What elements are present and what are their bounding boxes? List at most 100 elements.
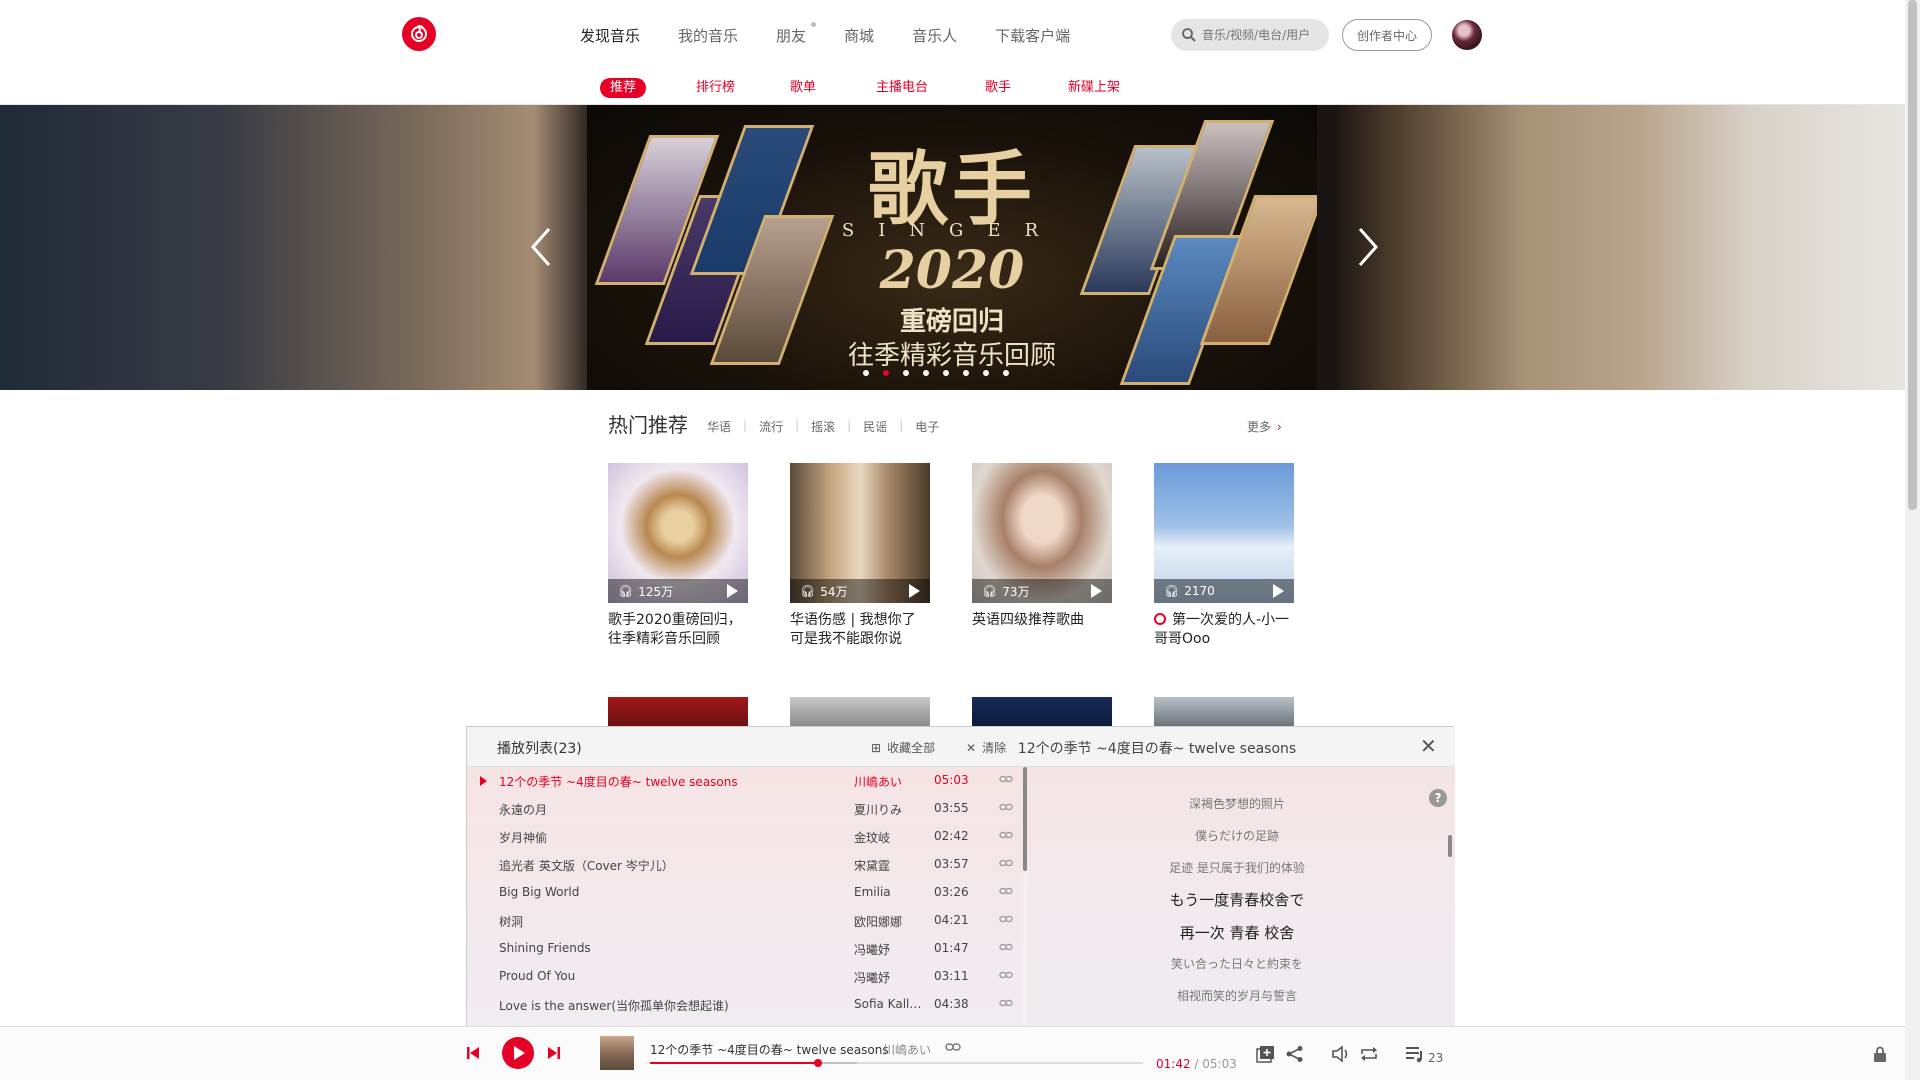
- playlist-cover-partial[interactable]: [608, 697, 748, 727]
- playlist-row[interactable]: Shining Friends 冯曦妤 01:47: [467, 935, 1023, 963]
- repeat-icon[interactable]: [1359, 1045, 1379, 1063]
- previous-track-icon[interactable]: [465, 1045, 481, 1061]
- lyrics-scrollbar[interactable]: [1448, 835, 1452, 857]
- link-icon[interactable]: [999, 970, 1013, 980]
- tag-chinese[interactable]: 华语: [707, 418, 731, 435]
- nav-discover-music[interactable]: 发现音乐: [580, 25, 640, 46]
- play-icon[interactable]: [1273, 584, 1284, 598]
- playlist-row[interactable]: 12个の季节 ~4度目の春~ twelve seasons 川嶋あい 05:03: [467, 767, 1023, 795]
- netease-music-logo[interactable]: [402, 17, 436, 51]
- banner-dot[interactable]: [943, 370, 949, 376]
- playlist-cover[interactable]: 🎧︎ 125万: [608, 463, 748, 603]
- link-icon[interactable]: [999, 998, 1013, 1008]
- playlist-cover[interactable]: 🎧︎ 73万: [972, 463, 1112, 603]
- playlist-card[interactable]: 🎧︎ 73万 英语四级推荐歌曲: [972, 463, 1112, 630]
- song-artist[interactable]: 夏川りみ: [854, 801, 924, 818]
- now-playing-cover[interactable]: [600, 1036, 634, 1070]
- share-icon[interactable]: [1285, 1045, 1305, 1063]
- link-icon[interactable]: [999, 802, 1013, 812]
- playlist-icon[interactable]: [1405, 1045, 1425, 1063]
- playlist-cover-partial[interactable]: [1154, 697, 1294, 727]
- playlist-title[interactable]: 歌手2020重磅回归，往季精彩音乐回顾: [608, 611, 748, 649]
- banner-dot[interactable]: [963, 370, 969, 376]
- link-icon[interactable]: [999, 886, 1013, 896]
- song-artist[interactable]: 金玟岐: [854, 829, 924, 846]
- subnav-new-albums[interactable]: 新碟上架: [1058, 78, 1130, 98]
- playlist-card[interactable]: 🎧︎ 54万 华语伤感 | 我想你了 可是我不能跟你说: [790, 463, 930, 649]
- playlist-row[interactable]: Love is the answer(当你孤单你会想起谁) Sofia Kall…: [467, 991, 1023, 1019]
- song-artist[interactable]: 宋黛霆: [854, 857, 924, 874]
- playlist-title[interactable]: 第一次爱的人-小一哥哥Ooo: [1154, 611, 1294, 649]
- playlist-row[interactable]: Proud Of You 冯曦妤 03:11: [467, 963, 1023, 991]
- next-track-icon[interactable]: [546, 1045, 562, 1061]
- song-artist[interactable]: 川嶋あい: [854, 773, 924, 790]
- song-artist[interactable]: 欧阳娜娜: [854, 913, 924, 930]
- subnav-recommend[interactable]: 推荐: [600, 78, 647, 98]
- subnav-playlists[interactable]: 歌单: [780, 78, 826, 98]
- tag-rock[interactable]: 摇滚: [811, 418, 835, 435]
- banner-dot[interactable]: [983, 370, 989, 376]
- page-scrollbar-thumb[interactable]: [1908, 0, 1917, 510]
- playlist-cover[interactable]: 🎧︎ 54万: [790, 463, 930, 603]
- creator-center-button[interactable]: 创作者中心: [1342, 19, 1432, 51]
- play-icon[interactable]: [909, 584, 920, 598]
- song-artist[interactable]: Emilia: [854, 885, 924, 899]
- play-button[interactable]: [502, 1037, 534, 1069]
- nav-store[interactable]: 商城: [844, 25, 874, 46]
- playlist-cover[interactable]: 🎧︎ 2170: [1154, 463, 1294, 603]
- playlist-card[interactable]: 🎧︎ 125万 歌手2020重磅回归，往季精彩音乐回顾: [608, 463, 748, 649]
- tag-pop[interactable]: 流行: [759, 418, 783, 435]
- nav-my-music[interactable]: 我的音乐: [678, 25, 738, 46]
- collect-all-button[interactable]: ⊞ 收藏全部: [871, 739, 935, 756]
- nav-download-client[interactable]: 下载客户端: [995, 25, 1070, 46]
- playlist-row[interactable]: 追光者 英文版（Cover 岑宁儿） 宋黛霆 03:57: [467, 851, 1023, 879]
- search-input[interactable]: [1202, 28, 1322, 42]
- banner-dot[interactable]: [923, 370, 929, 376]
- section-title-hot[interactable]: 热门推荐: [608, 409, 688, 438]
- playlist-card[interactable]: 🎧︎ 2170 第一次爱的人-小一哥哥Ooo: [1154, 463, 1294, 649]
- playlist-title[interactable]: 英语四级推荐歌曲: [972, 611, 1112, 630]
- banner-next-arrow-icon[interactable]: [1352, 227, 1382, 267]
- song-artist[interactable]: 冯曦妤: [854, 969, 924, 986]
- more-link[interactable]: 更多 ›: [1247, 418, 1282, 435]
- tag-folk[interactable]: 民谣: [863, 418, 887, 435]
- playlist-row[interactable]: 永遠の月 夏川りみ 03:55: [467, 795, 1023, 823]
- now-playing-title[interactable]: 12个の季节 ~4度目の春~ twelve seasons: [650, 1041, 889, 1058]
- link-icon[interactable]: [999, 942, 1013, 952]
- link-icon[interactable]: [999, 774, 1013, 784]
- volume-icon[interactable]: [1331, 1045, 1351, 1063]
- banner-dot[interactable]: [1003, 370, 1009, 376]
- subnav-artists[interactable]: 歌手: [975, 78, 1021, 98]
- playlist-row[interactable]: Big Big World Emilia 03:26: [467, 879, 1023, 907]
- nav-friends[interactable]: 朋友: [776, 21, 817, 46]
- add-to-playlist-icon[interactable]: [1256, 1045, 1276, 1063]
- nav-musicians[interactable]: 音乐人: [912, 25, 957, 46]
- playlist-title[interactable]: 华语伤感 | 我想你了 可是我不能跟你说: [790, 611, 930, 649]
- now-playing-artist[interactable]: 川嶋あい: [883, 1041, 931, 1058]
- link-icon[interactable]: [999, 858, 1013, 868]
- link-icon[interactable]: [999, 830, 1013, 840]
- tag-electronic[interactable]: 电子: [915, 418, 939, 435]
- song-artist[interactable]: 冯曦妤: [854, 941, 924, 958]
- playlist-cover-partial[interactable]: [790, 697, 930, 727]
- play-icon[interactable]: [1091, 584, 1102, 598]
- banner-image[interactable]: 歌手 SINGER 2020 重磅回归 往季精彩音乐回顾: [587, 105, 1317, 390]
- search-box[interactable]: [1171, 19, 1329, 51]
- banner-dot[interactable]: [903, 370, 909, 376]
- lock-icon[interactable]: [1873, 1046, 1887, 1062]
- close-icon[interactable]: ✕: [1420, 736, 1437, 756]
- link-icon[interactable]: [999, 914, 1013, 924]
- playlist-row[interactable]: 岁月神偷 金玟岐 02:42: [467, 823, 1023, 851]
- banner-dot-active[interactable]: [883, 370, 889, 376]
- user-avatar[interactable]: [1452, 20, 1482, 50]
- banner-prev-arrow-icon[interactable]: [527, 227, 557, 267]
- progress-knob[interactable]: [813, 1059, 822, 1067]
- progress-track[interactable]: [650, 1059, 1143, 1067]
- page-scrollbar[interactable]: [1905, 0, 1920, 1080]
- song-artist[interactable]: Sofia Kall…: [854, 997, 924, 1011]
- clear-playlist-button[interactable]: ✕ 清除: [966, 739, 1006, 756]
- banner-dot[interactable]: [863, 370, 869, 376]
- playlist-cover-partial[interactable]: [972, 697, 1112, 727]
- subnav-charts[interactable]: 排行榜: [686, 78, 745, 98]
- link-icon[interactable]: [945, 1041, 961, 1053]
